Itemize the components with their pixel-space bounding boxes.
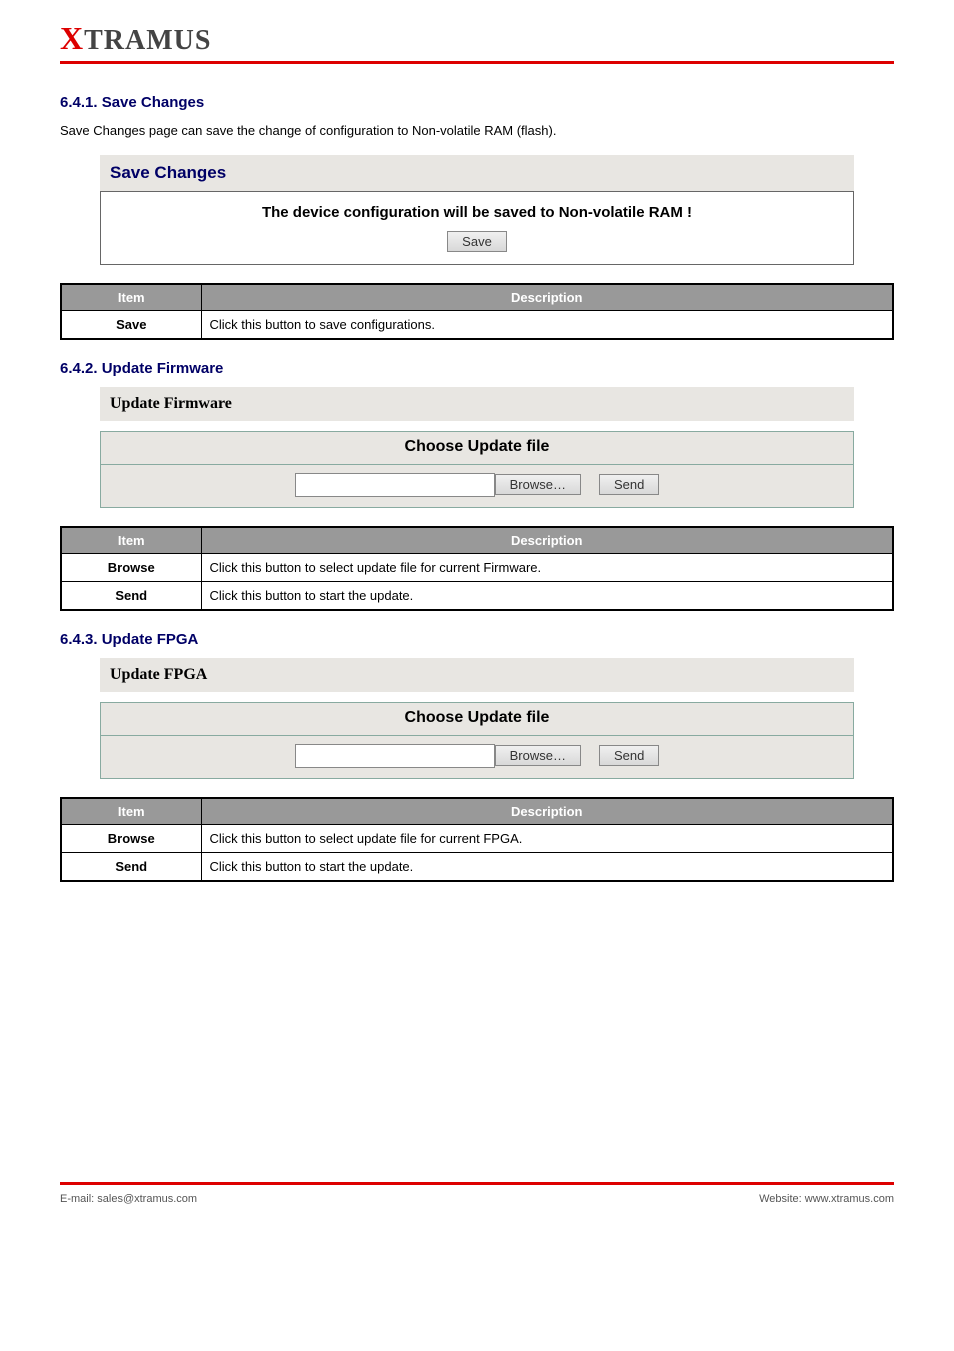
firmware-file-box: Choose Update file Browse… Send [100,431,854,508]
cell-key: Send [61,581,201,610]
update-fpga-panel: Update FPGA Choose Update file Browse… S… [100,658,854,779]
col-header-desc: Description [201,798,893,825]
save-box: The device configuration will be saved t… [100,191,854,265]
header-divider [60,61,894,64]
firmware-description-table: Item Description Browse Click this butto… [60,526,894,611]
cell-value: Click this button to save configurations… [201,310,893,339]
cell-value: Click this button to start the update. [201,852,893,881]
cell-value: Click this button to start the update. [201,581,893,610]
firmware-file-input[interactable] [295,473,495,497]
save-description-table: Item Description Save Click this button … [60,283,894,340]
fpga-file-box: Choose Update file Browse… Send [100,702,854,779]
firmware-box-title: Choose Update file [101,432,853,465]
table-row: Browse Click this button to select updat… [61,824,893,852]
fpga-file-input[interactable] [295,744,495,768]
col-header-item: Item [61,798,201,825]
cell-value: Click this button to select update file … [201,553,893,581]
save-button[interactable]: Save [447,231,507,252]
cell-key: Browse [61,553,201,581]
section-heading-fpga: 6.4.3. Update FPGA [60,631,894,648]
col-header-desc: Description [201,527,893,554]
fpga-panel-title: Update FPGA [100,658,854,692]
firmware-send-button[interactable]: Send [599,474,659,495]
footer-email: E-mail: sales@xtramus.com [60,1193,197,1205]
col-header-item: Item [61,284,201,311]
table-row: Send Click this button to start the upda… [61,581,893,610]
footer-website: Website: www.xtramus.com [759,1193,894,1205]
save-message: The device configuration will be saved t… [101,198,853,231]
fpga-box-title: Choose Update file [101,703,853,736]
save-intro-text: Save Changes page can save the change of… [60,121,894,141]
page-footer: E-mail: sales@xtramus.com Website: www.x… [60,1182,894,1205]
logo-rest: TRAMUS [84,25,211,56]
section-heading-firmware: 6.4.2. Update Firmware [60,360,894,377]
table-row: Send Click this button to start the upda… [61,852,893,881]
table-row: Save Click this button to save configura… [61,310,893,339]
fpga-description-table: Item Description Browse Click this butto… [60,797,894,882]
update-firmware-panel: Update Firmware Choose Update file Brows… [100,387,854,508]
cell-value: Click this button to select update file … [201,824,893,852]
table-row: Browse Click this button to select updat… [61,553,893,581]
fpga-send-button[interactable]: Send [599,745,659,766]
cell-key: Save [61,310,201,339]
section-heading-save: 6.4.1. Save Changes [60,94,894,111]
firmware-panel-title: Update Firmware [100,387,854,421]
cell-key: Send [61,852,201,881]
col-header-desc: Description [201,284,893,311]
logo-x: X [60,20,84,56]
save-changes-panel: Save Changes The device configuration wi… [100,155,854,265]
save-panel-title: Save Changes [100,155,854,191]
fpga-browse-button[interactable]: Browse… [495,745,581,766]
col-header-item: Item [61,527,201,554]
firmware-browse-button[interactable]: Browse… [495,474,581,495]
cell-key: Browse [61,824,201,852]
brand-logo: XTRAMUS [60,20,894,57]
